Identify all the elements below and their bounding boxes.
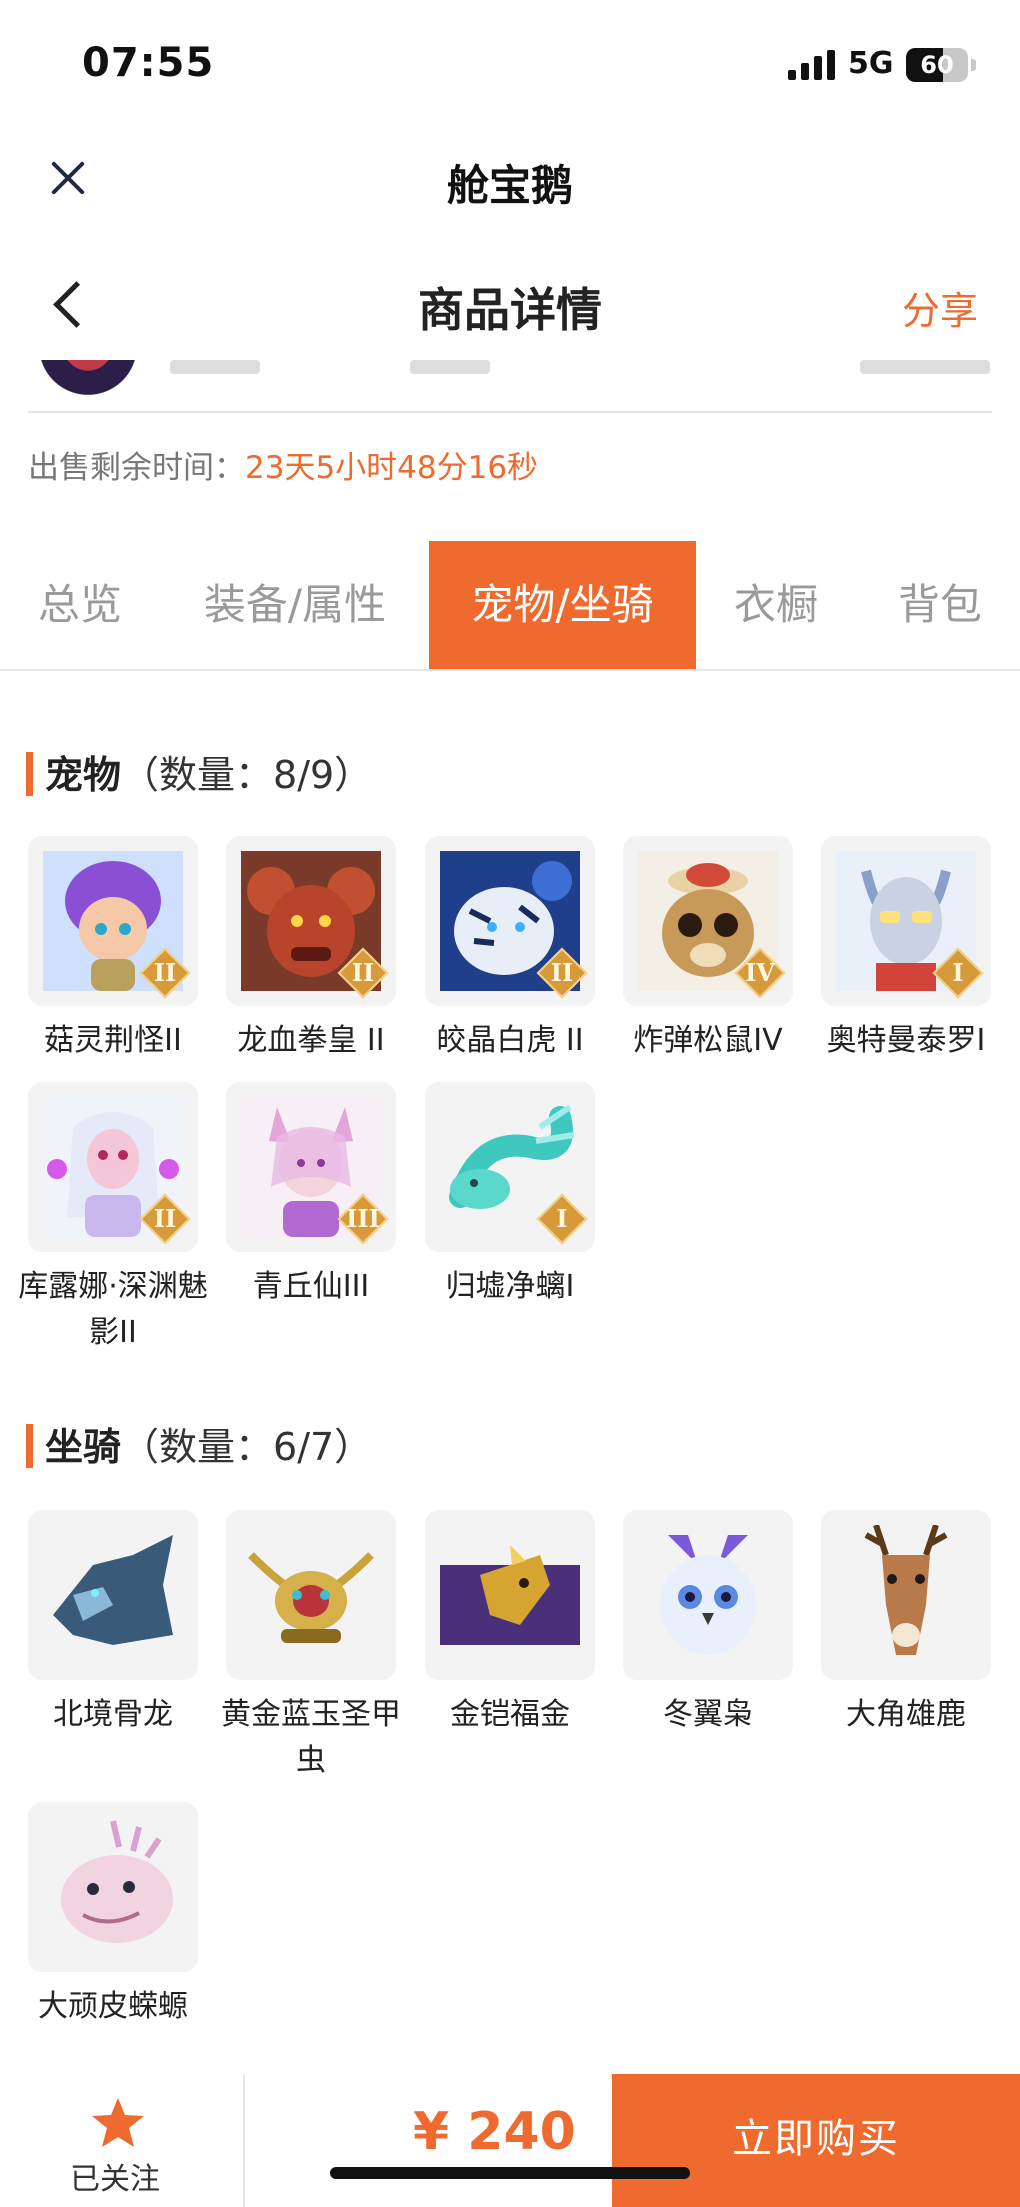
status-time: 07:55	[82, 40, 215, 86]
pet-thumb: II	[425, 836, 595, 1006]
golden-armor-mount-icon	[440, 1525, 580, 1665]
pet-name: 奥特曼泰罗I	[826, 1023, 986, 1058]
rank-badge: II	[138, 1192, 192, 1246]
battery-text: 60	[920, 51, 954, 79]
rank-badge: IV	[733, 946, 787, 1000]
tab-bag[interactable]: 背包	[880, 541, 1000, 669]
seller-blur-3	[860, 360, 990, 374]
mount-item[interactable]: 金铠福金	[425, 1510, 595, 1738]
mount-item[interactable]: 黄金蓝玉圣甲虫	[221, 1510, 401, 1784]
mount-item[interactable]: 大顽皮蝾螈	[28, 1802, 198, 2030]
pet-item[interactable]: I 奥特曼泰罗I	[821, 836, 991, 1064]
tab-equipment[interactable]: 装备/属性	[180, 541, 410, 669]
tab-bar: 总览 装备/属性 宠物/坐骑 衣橱 背包	[0, 541, 1020, 671]
mount-thumb	[425, 1510, 595, 1680]
mount-thumb	[28, 1510, 198, 1680]
mount-name: 金铠福金	[450, 1697, 570, 1732]
mount-name: 冬翼枭	[663, 1697, 753, 1732]
pet-thumb: II	[226, 836, 396, 1006]
home-indicator	[330, 2167, 690, 2179]
rank-badge: II	[535, 946, 589, 1000]
bar-divider	[243, 2074, 245, 2207]
mount-item[interactable]: 冬翼枭	[623, 1510, 793, 1738]
pet-thumb: IV	[623, 836, 793, 1006]
seller-avatar	[28, 360, 148, 400]
remaining-label: 出售剩余时间：	[28, 450, 245, 486]
tab-wardrobe[interactable]: 衣橱	[720, 541, 832, 669]
seller-blur-1	[170, 360, 260, 374]
pet-name: 归墟净螭I	[445, 1269, 575, 1304]
pet-thumb: I	[821, 836, 991, 1006]
mounts-section-header: 坐骑（数量：6/7）	[26, 1416, 372, 1471]
pet-item[interactable]: II 皎晶白虎 II	[425, 836, 595, 1064]
mount-name: 大角雄鹿	[846, 1697, 966, 1732]
pet-item[interactable]: I 归墟净螭I	[425, 1082, 595, 1310]
battery-cap	[971, 59, 976, 71]
star-icon[interactable]	[90, 2096, 146, 2150]
stag-mount-icon	[836, 1525, 976, 1665]
divider	[28, 411, 992, 413]
winter-owl-mount-icon	[638, 1525, 778, 1665]
sale-remaining-row: 出售剩余时间：23天5小时48分16秒	[28, 442, 538, 487]
bone-dragon-mount-icon	[43, 1525, 183, 1665]
pet-thumb: II	[28, 1082, 198, 1252]
remaining-value: 23天5小时48分16秒	[245, 450, 539, 486]
share-button[interactable]: 分享	[902, 280, 978, 335]
mounts-count: （数量：6/7）	[121, 1425, 373, 1469]
signal-icon	[788, 50, 836, 80]
pet-item[interactable]: II 库露娜·深渊魅影II	[18, 1082, 208, 1356]
mount-item[interactable]: 大角雄鹿	[821, 1510, 991, 1738]
pet-name: 皎晶白虎 II	[436, 1023, 584, 1058]
pet-name: 青丘仙III	[252, 1269, 370, 1304]
pet-item[interactable]: II 龙血拳皇 II	[226, 836, 396, 1064]
mount-name: 大顽皮蝾螈	[38, 1989, 188, 2024]
mount-thumb	[821, 1510, 991, 1680]
pet-thumb: III	[226, 1082, 396, 1252]
bottom-action-bar: 已关注 ¥ 240 立即购买	[0, 2074, 1020, 2207]
battery-icon: 60	[906, 48, 968, 82]
seller-row-partial	[0, 360, 1020, 412]
app-header: 舱宝鹅	[0, 130, 1020, 230]
app-title: 舱宝鹅	[446, 161, 573, 210]
mount-name: 北境骨龙	[53, 1697, 173, 1732]
rank-badge: I	[535, 1192, 589, 1246]
tabs-divider	[0, 669, 1020, 671]
rank-badge: I	[931, 946, 985, 1000]
price: ¥ 240	[413, 2102, 576, 2162]
pets-title: 宠物	[45, 753, 122, 797]
tab-pets-mounts[interactable]: 宠物/坐骑	[429, 541, 696, 669]
seller-blur-2	[410, 360, 490, 374]
rank-badge: III	[336, 1192, 390, 1246]
golden-scarab-mount-icon	[241, 1525, 381, 1665]
pet-item[interactable]: IV 炸弹松鼠IV	[623, 836, 793, 1064]
section-accent-bar	[26, 752, 33, 796]
nav-bar: 商品详情 分享	[0, 250, 1020, 360]
mount-name: 黄金蓝玉圣甲虫	[221, 1697, 401, 1778]
pet-item[interactable]: III 青丘仙III	[226, 1082, 396, 1310]
page-title: 商品详情	[418, 283, 602, 337]
status-bar: 07:55 5G 60	[0, 0, 1020, 130]
mount-item[interactable]: 北境骨龙	[28, 1510, 198, 1738]
rank-badge: II	[336, 946, 390, 1000]
pets-count: （数量：8/9）	[121, 753, 373, 797]
follow-label[interactable]: 已关注	[70, 2154, 160, 2198]
pet-name: 库露娜·深渊魅影II	[18, 1269, 208, 1350]
mount-thumb	[623, 1510, 793, 1680]
pet-thumb: II	[28, 836, 198, 1006]
buy-now-button[interactable]: 立即购买	[612, 2074, 1020, 2207]
section-accent-bar	[26, 1424, 33, 1468]
axolotl-mount-icon	[43, 1817, 183, 1957]
pet-name: 炸弹松鼠IV	[633, 1023, 783, 1058]
pets-section-header: 宠物（数量：8/9）	[26, 744, 372, 799]
pet-name: 菇灵荆怪II	[44, 1023, 182, 1058]
rank-badge: II	[138, 946, 192, 1000]
mount-thumb	[28, 1802, 198, 1972]
pet-item[interactable]: II 菇灵荆怪II	[28, 836, 198, 1064]
pet-name: 龙血拳皇 II	[237, 1023, 385, 1058]
tab-overview[interactable]: 总览	[20, 541, 140, 669]
pet-thumb: I	[425, 1082, 595, 1252]
mounts-title: 坐骑	[45, 1425, 122, 1469]
network-label: 5G	[848, 46, 894, 81]
mount-thumb	[226, 1510, 396, 1680]
